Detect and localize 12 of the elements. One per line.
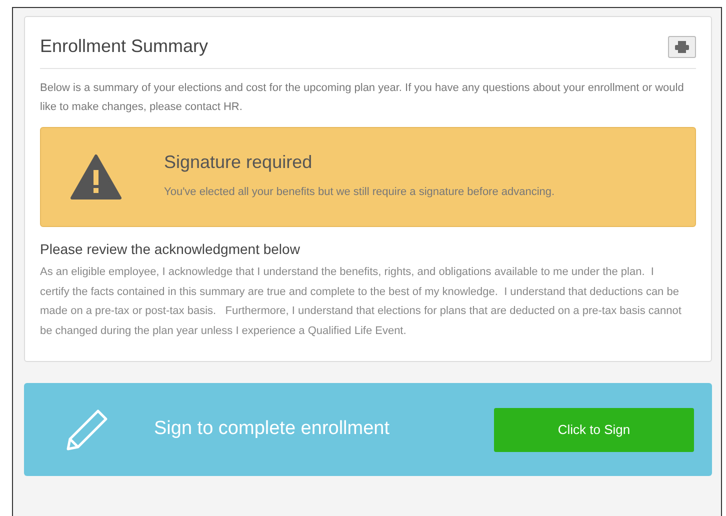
- alert-message: You've elected all your benefits but we still require a signature before advancing.: [164, 185, 555, 200]
- acknowledgment-text: As an eligible employee, I acknowledge that I understand the benefits, rights, and obligations available to me under the plan. I certify the facts contained in this summary are true and complete to the best of my knowledge. I understand that deductions can be made on a pre-tax or post-tax basis. Furthermore, I understand that elections for plans that are deducted on a pre-tax basis cannot be changed during the plan year unless I experience a Qualified Life Event.: [40, 265, 682, 338]
- print-button[interactable]: [668, 36, 696, 58]
- sign-label: Sign to complete enrollment: [154, 417, 390, 442]
- click-to-sign-button[interactable]: Click to Sign: [494, 408, 694, 452]
- summary-title: Enrollment Summary: [40, 35, 208, 58]
- pencil-icon: [64, 406, 110, 452]
- printer-icon: [675, 40, 689, 52]
- acknowledgment-heading: Please review the acknowledgment below: [40, 240, 301, 259]
- alert-title: Signature required: [164, 151, 314, 174]
- warning-icon: [70, 154, 122, 200]
- intro-text: Below is a summary of your elections and cost for the upcoming plan year. If you have any questions about your enrollment or would like to make changes, please contact HR.: [40, 81, 685, 115]
